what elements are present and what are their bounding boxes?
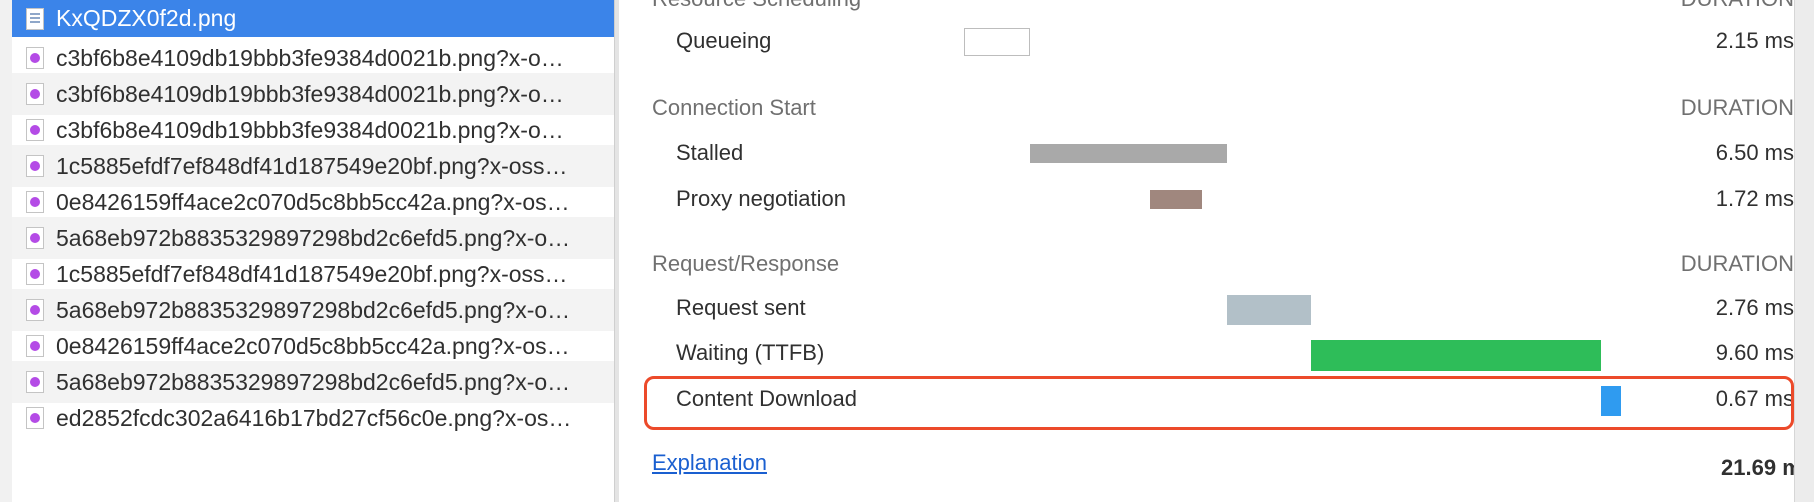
duration-header: DURATION [1680, 95, 1794, 120]
section-title: Request/Response [652, 251, 840, 276]
image-file-icon [26, 299, 44, 321]
timing-label: Request sent [676, 295, 806, 320]
duration-header: DURATION [1680, 251, 1794, 276]
request-name: c3bf6b8e4109db19bbb3fe9384d0021b.png?x-o… [56, 80, 564, 107]
timing-value: 6.50 ms [1715, 140, 1794, 165]
timing-label: Queueing [676, 28, 772, 53]
timing-label: Stalled [676, 140, 744, 165]
timing-row-stalled: Stalled 6.50 ms [620, 140, 1794, 170]
section-header-request: Request/Response DURATION [620, 251, 1794, 277]
timing-label: Proxy negotiation [676, 186, 846, 211]
timing-row-waiting: Waiting (TTFB) 9.60 ms [620, 340, 1794, 371]
request-row[interactable]: ed2852fcdc302a6416b17bd27cf56c0e.png?x-o… [12, 397, 614, 439]
section-header-connection: Connection Start DURATION [620, 95, 1794, 121]
timing-row-request-sent: Request sent 2.76 ms [620, 295, 1794, 325]
timing-value: 2.15 ms [1715, 28, 1794, 53]
image-file-icon [26, 407, 44, 429]
image-file-icon [26, 371, 44, 393]
request-list: KxQDZX0f2d.png c3bf6b8e4109db19bbb3fe938… [0, 0, 614, 502]
timing-value: 2.76 ms [1715, 295, 1794, 320]
timing-panel: Resource Scheduling DURATION Queueing 2.… [620, 0, 1814, 502]
request-name: 1c5885efdf7ef848df41d187549e20bf.png?x-o… [56, 152, 568, 179]
request-name: 5a68eb972b8835329897298bd2c6efd5.png?x-o… [56, 368, 571, 395]
timing-label: Waiting (TTFB) [676, 340, 825, 365]
request-name: c3bf6b8e4109db19bbb3fe9384d0021b.png?x-o… [56, 44, 564, 71]
image-file-icon [26, 83, 44, 105]
duration-header: DURATION [1681, 0, 1794, 12]
vertical-scrollbar[interactable] [1794, 0, 1814, 502]
image-file-icon [26, 227, 44, 249]
document-file-icon [26, 7, 44, 30]
request-name: KxQDZX0f2d.png [56, 5, 237, 31]
timing-row-queueing: Queueing 2.15 ms [620, 28, 1794, 58]
section-title: Resource Scheduling [652, 0, 861, 12]
request-name: ed2852fcdc302a6416b17bd27cf56c0e.png?x-o… [56, 404, 572, 431]
image-file-icon [26, 119, 44, 141]
proxy-negotiation-bar [1150, 190, 1202, 209]
timing-value: 1.72 ms [1715, 186, 1794, 211]
request-row-selected[interactable]: KxQDZX0f2d.png [12, 0, 614, 37]
image-file-icon [26, 155, 44, 177]
stalled-bar [1030, 144, 1227, 163]
image-file-icon [26, 47, 44, 69]
request-name: 5a68eb972b8835329897298bd2c6efd5.png?x-o… [56, 296, 571, 323]
request-sent-bar [1227, 295, 1311, 325]
list-gutter [0, 0, 12, 502]
waiting-ttfb-bar [1311, 340, 1601, 371]
image-file-icon [26, 191, 44, 213]
request-name: 1c5885efdf7ef848df41d187549e20bf.png?x-o… [56, 260, 568, 287]
section-header-scheduling: Resource Scheduling DURATION [620, 0, 1794, 12]
content-download-highlight [644, 376, 1794, 430]
timing-value: 9.60 ms [1715, 340, 1794, 365]
request-name: 0e8426159ff4ace2c070d5c8bb5cc42a.png?x-o… [56, 332, 570, 359]
timing-row-proxy: Proxy negotiation 1.72 ms [620, 186, 1794, 216]
request-name: 0e8426159ff4ace2c070d5c8bb5cc42a.png?x-o… [56, 188, 570, 215]
request-name: 5a68eb972b8835329897298bd2c6efd5.png?x-o… [56, 224, 571, 251]
queueing-bar [964, 28, 1030, 56]
image-file-icon [26, 335, 44, 357]
request-name: c3bf6b8e4109db19bbb3fe9384d0021b.png?x-o… [56, 116, 564, 143]
panel-splitter[interactable] [614, 0, 619, 502]
explanation-link[interactable]: Explanation [652, 450, 767, 476]
image-file-icon [26, 263, 44, 285]
section-title: Connection Start [652, 95, 816, 120]
